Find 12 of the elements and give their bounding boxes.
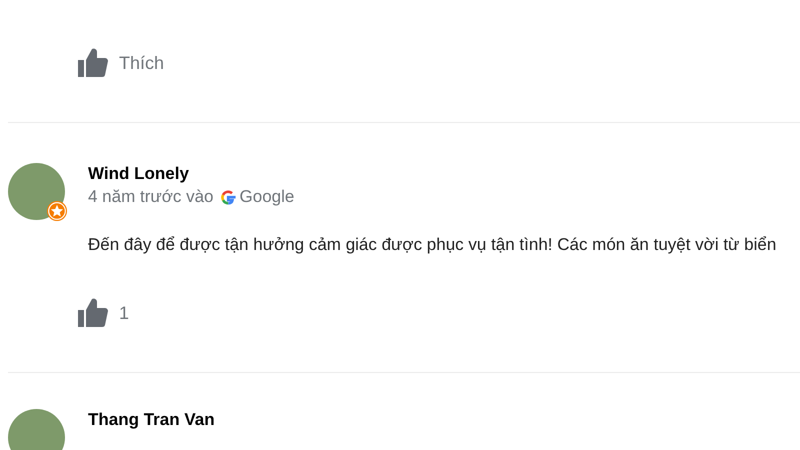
avatar-photo-placeholder: [8, 409, 65, 450]
author-name[interactable]: Wind Lonely: [88, 163, 294, 185]
like-button[interactable]: Thích: [119, 52, 164, 74]
review-text: Đến đây để được tận hưởng cảm giác được phục vụ tận tình! Các món ăn tuyệt vời từ biển: [88, 234, 778, 256]
author-name[interactable]: Thang Tran Van: [88, 409, 215, 431]
review-source: Google: [240, 186, 294, 208]
local-guide-badge-icon: [47, 201, 67, 221]
thumbs-up-icon[interactable]: [76, 47, 108, 79]
like-button[interactable]: 1: [119, 302, 130, 324]
thumbs-up-icon[interactable]: [76, 297, 108, 329]
review-time: 4 năm trước vào: [88, 186, 214, 208]
google-g-icon: [220, 188, 237, 206]
